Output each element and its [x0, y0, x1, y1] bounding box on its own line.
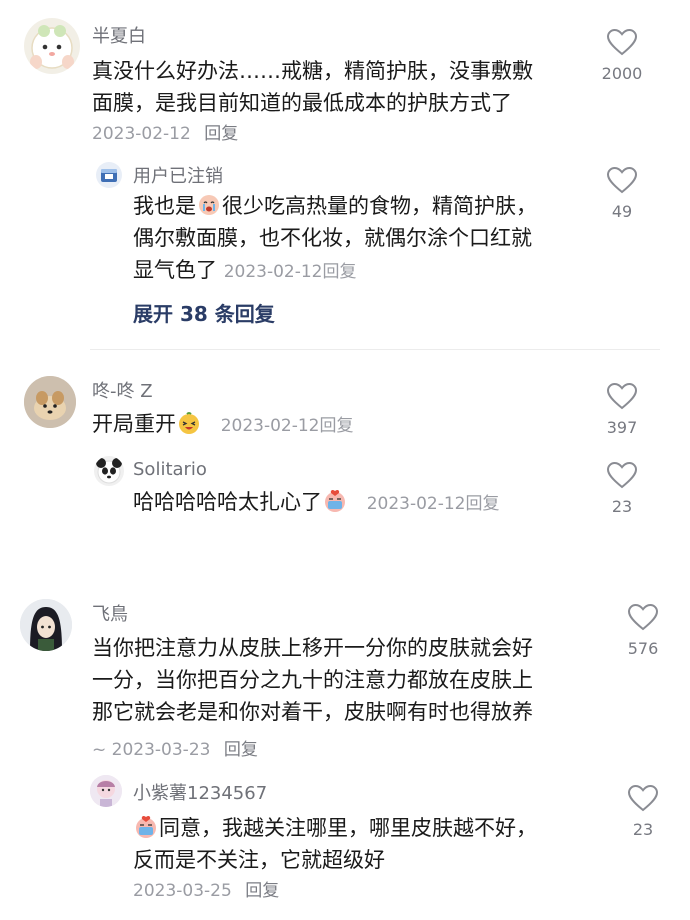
reply-avatar[interactable] — [90, 775, 122, 807]
reply-button[interactable]: 回复 — [245, 881, 279, 901]
like-button[interactable]: 576 — [613, 603, 673, 658]
heart-icon — [627, 603, 659, 631]
comment-date: 2023-02-12 — [220, 416, 320, 436]
reply-text: 同意，我越关注哪里，哪里皮肤越不好， 反而是不关注，它就超级好 — [133, 812, 588, 876]
reply-text: 哈哈哈哈哈太扎心了 2023-02-12回复 — [133, 486, 583, 520]
comment-date: 2023-02-12 — [92, 124, 191, 144]
comment-author[interactable]: 咚-咚 Z — [92, 377, 153, 403]
heart-icon — [627, 784, 659, 812]
user-avatar[interactable] — [20, 599, 72, 651]
reply-text: 我也是 很少吃高热量的食物，精简护肤， 偶尔敷面膜，也不化妆，就偶尔涂个口红就 显… — [133, 190, 583, 288]
heart-icon — [606, 28, 638, 56]
reply-button[interactable]: 回复 — [204, 124, 238, 144]
reply-text-end: 显气色了 — [133, 258, 217, 282]
crying-face-icon — [197, 193, 221, 217]
comment-text-line: 当你把注意力从皮肤上移开一分你的皮肤就会好 — [92, 636, 533, 660]
user-avatar[interactable] — [24, 18, 80, 74]
reply-text-line: 显气色了 2023-02-12回复 — [133, 254, 583, 288]
like-count: 23 — [632, 820, 654, 839]
reply-author[interactable]: Solitario — [133, 459, 207, 480]
like-button[interactable]: 49 — [592, 166, 652, 221]
comment-meta: 2023-02-12 回复 — [92, 119, 238, 144]
like-count: 576 — [627, 639, 659, 658]
reply-meta: 2023-03-25 回复 — [133, 876, 279, 901]
like-count: 49 — [611, 202, 633, 221]
reply-button[interactable]: 回复 — [465, 494, 499, 514]
reply-date: 2023-03-25 — [133, 881, 232, 901]
like-button[interactable]: 23 — [613, 784, 673, 839]
reply-date: 2023-02-12 — [366, 494, 466, 514]
reply-author[interactable]: 小紫薯1234567 — [133, 779, 267, 805]
comment-text-line: 开局重开 — [92, 412, 176, 436]
comment-text: 当你把注意力从皮肤上移开一分你的皮肤就会好 一分，当你把百分之九十的注意力都放在… — [92, 632, 597, 728]
comment-meta: ~ 2023-03-23 回复 — [92, 735, 258, 760]
reply-date: 2023-02-12 — [223, 262, 323, 282]
comment-author[interactable]: 半夏白 — [92, 22, 146, 48]
reply-text-line: 我也是 很少吃高热量的食物，精简护肤， — [133, 190, 583, 222]
reply-text-line: 哈哈哈哈哈太扎心了 — [133, 490, 322, 514]
reply-text-rest: 很少吃高热量的食物，精简护肤， — [222, 194, 537, 218]
like-button[interactable]: 2000 — [592, 28, 652, 83]
laughing-face-icon — [177, 411, 201, 435]
heart-icon — [606, 461, 638, 489]
expand-replies-button[interactable]: 展开 38 条回复 — [133, 298, 275, 327]
like-count: 23 — [611, 497, 633, 516]
crying-heart-icon — [134, 815, 158, 839]
comment-text-line: 面膜，是我目前知道的最低成本的护肤方式了 — [92, 91, 512, 115]
comment-text: 开局重开 2023-02-12回复 — [92, 408, 592, 442]
reply-button[interactable]: 回复 — [224, 740, 258, 760]
reply-author[interactable]: 用户已注销 — [133, 162, 223, 188]
heart-icon — [606, 382, 638, 410]
reply-button[interactable]: 回复 — [322, 262, 356, 282]
like-button[interactable]: 23 — [592, 461, 652, 516]
reply-text-rest: 同意，我越关注哪里，哪里皮肤越不好， — [159, 816, 537, 840]
comment-date: 2023-03-23 — [111, 740, 211, 760]
like-button[interactable]: 397 — [592, 382, 652, 437]
comment-text: 真没什么好办法……戒糖，精简护肤，没事敷敷 面膜，是我目前知道的最低成本的护肤方… — [92, 55, 592, 119]
comment-text-line: 真没什么好办法……戒糖，精简护肤，没事敷敷 — [92, 59, 533, 83]
reply-text-line: 偶尔敷面膜，也不化妆，就偶尔涂个口红就 — [133, 226, 532, 250]
reply-text-start: 我也是 — [133, 194, 196, 218]
reply-avatar[interactable] — [96, 162, 122, 188]
like-count: 397 — [606, 418, 638, 437]
reply-text-line: 同意，我越关注哪里，哪里皮肤越不好， — [133, 812, 588, 844]
comment-author[interactable]: 飞鳥 — [92, 600, 128, 626]
comment-text-line: 一分，当你把百分之九十的注意力都放在皮肤上 — [92, 668, 533, 692]
reply-button[interactable]: 回复 — [319, 416, 353, 436]
like-count: 2000 — [601, 64, 643, 83]
divider — [90, 349, 660, 350]
location-prefix: ~ — [92, 740, 107, 760]
heart-icon — [606, 166, 638, 194]
user-avatar[interactable] — [24, 376, 76, 428]
crying-heart-icon — [323, 489, 347, 513]
reply-text-line: 反而是不关注，它就超级好 — [133, 848, 385, 872]
reply-avatar[interactable] — [94, 456, 124, 486]
comment-text-line: 那它就会老是和你对着干，皮肤啊有时也得放养 — [92, 700, 533, 724]
